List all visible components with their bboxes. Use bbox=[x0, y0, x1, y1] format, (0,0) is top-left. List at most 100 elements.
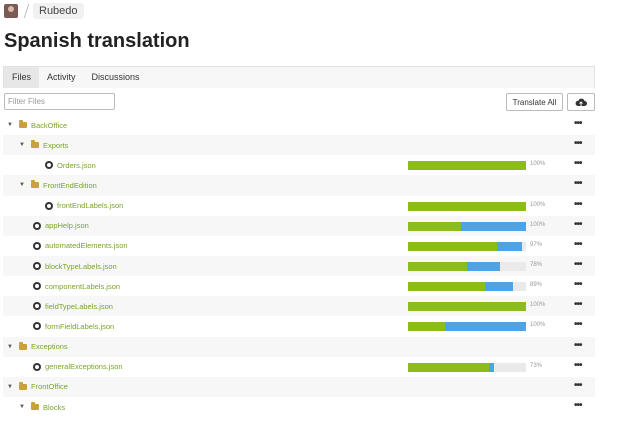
cloud-icon bbox=[575, 98, 587, 106]
translation-progress-bar bbox=[408, 362, 526, 372]
progress-percent: 89% bbox=[530, 282, 543, 289]
translation-progress-bar bbox=[408, 161, 526, 171]
file-icon bbox=[45, 201, 53, 210]
folder-row[interactable]: ▼ Exports ••• bbox=[3, 135, 595, 156]
more-options-icon[interactable]: ••• bbox=[574, 159, 582, 169]
file-icon bbox=[33, 322, 41, 331]
more-options-icon[interactable]: ••• bbox=[574, 360, 582, 370]
folder-name-link[interactable]: BackOffice bbox=[31, 121, 67, 130]
translation-progress-bar bbox=[408, 201, 526, 211]
translated-segment bbox=[408, 221, 462, 231]
more-options-icon[interactable]: ••• bbox=[574, 400, 582, 410]
tab-discussions[interactable]: Discussions bbox=[84, 67, 148, 88]
tab-activity[interactable]: Activity bbox=[39, 67, 84, 88]
expand-arrow-icon[interactable]: ▼ bbox=[7, 122, 13, 128]
file-icon bbox=[45, 161, 53, 170]
progress-percent: 78% bbox=[530, 261, 543, 268]
file-name-link[interactable]: formFieldLabels.json bbox=[45, 322, 114, 331]
file-name-link[interactable]: blockTypeLabels.json bbox=[45, 262, 117, 271]
page-title: Spanish translation bbox=[4, 30, 190, 52]
folder-icon bbox=[19, 120, 27, 129]
progress-percent: 100% bbox=[530, 201, 546, 208]
file-row[interactable]: frontEndLabels.json 100% ••• bbox=[3, 196, 595, 216]
file-name-link[interactable]: Orders.json bbox=[57, 161, 96, 170]
file-name-link[interactable]: fieldTypeLabels.json bbox=[45, 302, 113, 311]
translation-progress-bar bbox=[408, 322, 526, 332]
translated-segment bbox=[408, 241, 497, 251]
more-options-icon[interactable]: ••• bbox=[574, 139, 582, 149]
expand-arrow-icon[interactable]: ▼ bbox=[19, 142, 25, 148]
more-options-icon[interactable]: ••• bbox=[574, 179, 582, 189]
folder-row[interactable]: ▼ Blocks ••• bbox=[3, 397, 595, 417]
folder-row[interactable]: ▼ Exceptions ••• bbox=[3, 336, 595, 357]
translate-all-button[interactable]: Translate All bbox=[506, 93, 563, 111]
tab-bar: Files Activity Discussions bbox=[3, 66, 595, 88]
more-options-icon[interactable]: ••• bbox=[574, 239, 582, 249]
more-options-icon[interactable]: ••• bbox=[574, 259, 582, 269]
tab-files[interactable]: Files bbox=[4, 67, 40, 88]
file-row[interactable]: componentLabels.json 89% ••• bbox=[3, 276, 595, 296]
folder-name-link[interactable]: FrontEndEdition bbox=[43, 181, 97, 190]
translated-segment bbox=[408, 362, 490, 372]
file-icon bbox=[33, 241, 41, 250]
file-row[interactable]: appHelp.json 100% ••• bbox=[3, 215, 595, 236]
more-options-icon[interactable]: ••• bbox=[574, 219, 582, 229]
filter-files-input[interactable] bbox=[4, 93, 115, 110]
file-icon bbox=[33, 262, 41, 271]
expand-arrow-icon[interactable]: ▼ bbox=[7, 384, 13, 390]
progress-percent: 100% bbox=[530, 302, 546, 309]
file-name-link[interactable]: frontEndLabels.json bbox=[57, 201, 123, 210]
folder-name-link[interactable]: Exceptions bbox=[31, 342, 68, 351]
more-options-icon[interactable]: ••• bbox=[574, 280, 582, 290]
folder-name-link[interactable]: Exports bbox=[43, 141, 68, 150]
approved-segment bbox=[461, 221, 526, 231]
file-row[interactable]: Orders.json 100% ••• bbox=[3, 155, 595, 175]
more-options-icon[interactable]: ••• bbox=[574, 340, 582, 350]
file-name-link[interactable]: componentLabels.json bbox=[45, 282, 120, 291]
approved-segment bbox=[484, 282, 513, 292]
approved-segment bbox=[467, 261, 501, 271]
file-row[interactable]: blockTypeLabels.json 78% ••• bbox=[3, 255, 595, 277]
folder-row[interactable]: ▼ BackOffice ••• bbox=[3, 115, 595, 135]
translated-segment bbox=[408, 302, 526, 312]
folder-row[interactable]: ▼ FrontEndEdition ••• bbox=[3, 175, 595, 196]
translation-progress-bar bbox=[408, 241, 526, 251]
cloud-button[interactable] bbox=[567, 93, 595, 111]
expand-arrow-icon[interactable]: ▼ bbox=[19, 182, 25, 188]
breadcrumb-separator bbox=[23, 4, 30, 18]
folder-row[interactable]: ▼ FrontOffice ••• bbox=[3, 376, 595, 397]
translated-segment bbox=[408, 261, 467, 271]
progress-percent: 100% bbox=[530, 221, 546, 228]
folder-name-link[interactable]: Blocks bbox=[43, 403, 65, 412]
file-name-link[interactable]: generalExceptions.json bbox=[45, 362, 123, 371]
file-row[interactable]: generalExceptions.json 73% ••• bbox=[3, 357, 595, 377]
file-icon bbox=[33, 282, 41, 291]
progress-percent: 100% bbox=[530, 322, 546, 329]
expand-arrow-icon[interactable]: ▼ bbox=[7, 344, 13, 350]
approved-segment bbox=[444, 322, 526, 332]
file-row[interactable]: automatedElements.json 97% ••• bbox=[3, 236, 595, 256]
file-row[interactable]: fieldTypeLabels.json 100% ••• bbox=[3, 296, 595, 317]
expand-arrow-icon[interactable]: ▼ bbox=[19, 404, 25, 410]
breadcrumb: Rubedo bbox=[4, 2, 84, 20]
translation-progress-bar bbox=[408, 282, 526, 292]
progress-percent: 97% bbox=[530, 241, 543, 248]
file-name-link[interactable]: automatedElements.json bbox=[45, 241, 128, 250]
translated-segment bbox=[408, 201, 526, 211]
breadcrumb-project-link[interactable]: Rubedo bbox=[33, 3, 84, 19]
avatar[interactable] bbox=[4, 4, 18, 18]
more-options-icon[interactable]: ••• bbox=[574, 199, 582, 209]
file-name-link[interactable]: appHelp.json bbox=[45, 221, 89, 230]
more-options-icon[interactable]: ••• bbox=[574, 320, 582, 330]
file-tree: ▼ BackOffice ••• ▼ Exports ••• Orders.json 100%… bbox=[3, 115, 595, 417]
translation-progress-bar bbox=[408, 221, 526, 231]
file-row[interactable]: formFieldLabels.json 100% ••• bbox=[3, 316, 595, 336]
progress-percent: 100% bbox=[530, 161, 546, 168]
more-options-icon[interactable]: ••• bbox=[574, 380, 582, 390]
folder-name-link[interactable]: FrontOffice bbox=[31, 382, 68, 391]
translated-segment bbox=[408, 161, 526, 171]
more-options-icon[interactable]: ••• bbox=[574, 119, 582, 129]
more-options-icon[interactable]: ••• bbox=[574, 300, 582, 310]
translated-segment bbox=[408, 322, 445, 332]
approved-segment bbox=[489, 362, 495, 372]
